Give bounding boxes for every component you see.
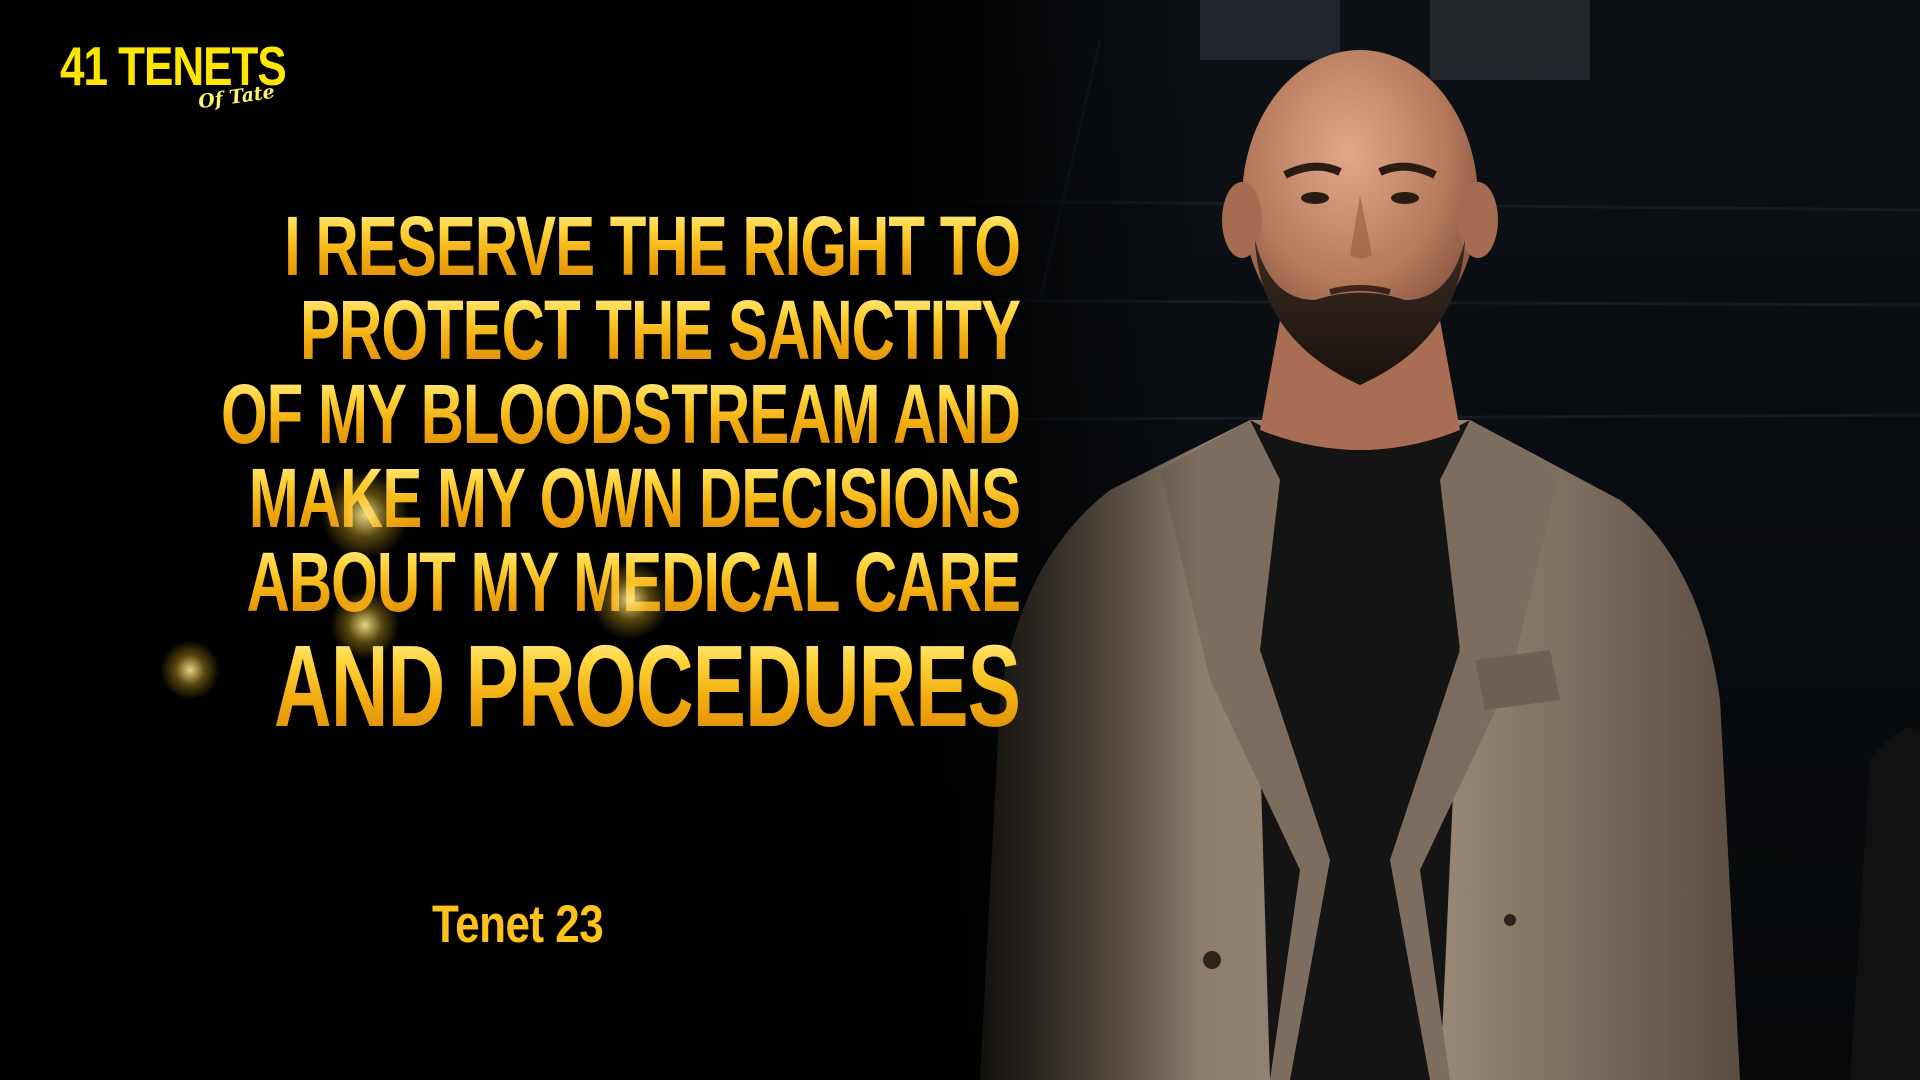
quote-line-1: I RESERVE THE RIGHT TO [284,199,1021,294]
quote-line-5: ABOUT MY MEDICAL CARE [246,535,1021,630]
background-light-2 [1430,0,1590,80]
quote-line-wrap: OF MY BLOODSTREAM AND [140,367,1021,462]
quote-line-4: MAKE MY OWN DECISIONS [248,451,1021,546]
poster-canvas: 41 TENETS Of Tate I RESERVE THE RIGHT TO… [0,0,1920,1080]
jacket-button [1203,951,1221,969]
breast-pocket [1475,650,1560,710]
background-light-1 [1200,0,1340,60]
quote-block: I RESERVE THE RIGHT TO PROTECT THE SANCT… [140,199,1021,744]
quote-line-6: AND PROCEDURES [273,621,1021,751]
tenet-label: Tenet 23 [432,895,604,954]
quote-line-2: PROTECT THE SANCTITY [299,283,1021,378]
eye-left [1301,192,1329,204]
eye-right [1391,192,1419,204]
quote-line-wrap: PROTECT THE SANCTITY [140,283,1021,378]
quote-line-wrap: MAKE MY OWN DECISIONS [140,451,1021,546]
jacket-button-2 [1504,914,1516,926]
logo: 41 TENETS Of Tate [60,39,300,120]
quote-line-wrap: ABOUT MY MEDICAL CARE [140,535,1021,630]
quote-line-wrap: I RESERVE THE RIGHT TO [140,199,1021,294]
quote-line-3: OF MY BLOODSTREAM AND [221,367,1021,462]
quote-line-wrap: AND PROCEDURES [140,628,1021,744]
